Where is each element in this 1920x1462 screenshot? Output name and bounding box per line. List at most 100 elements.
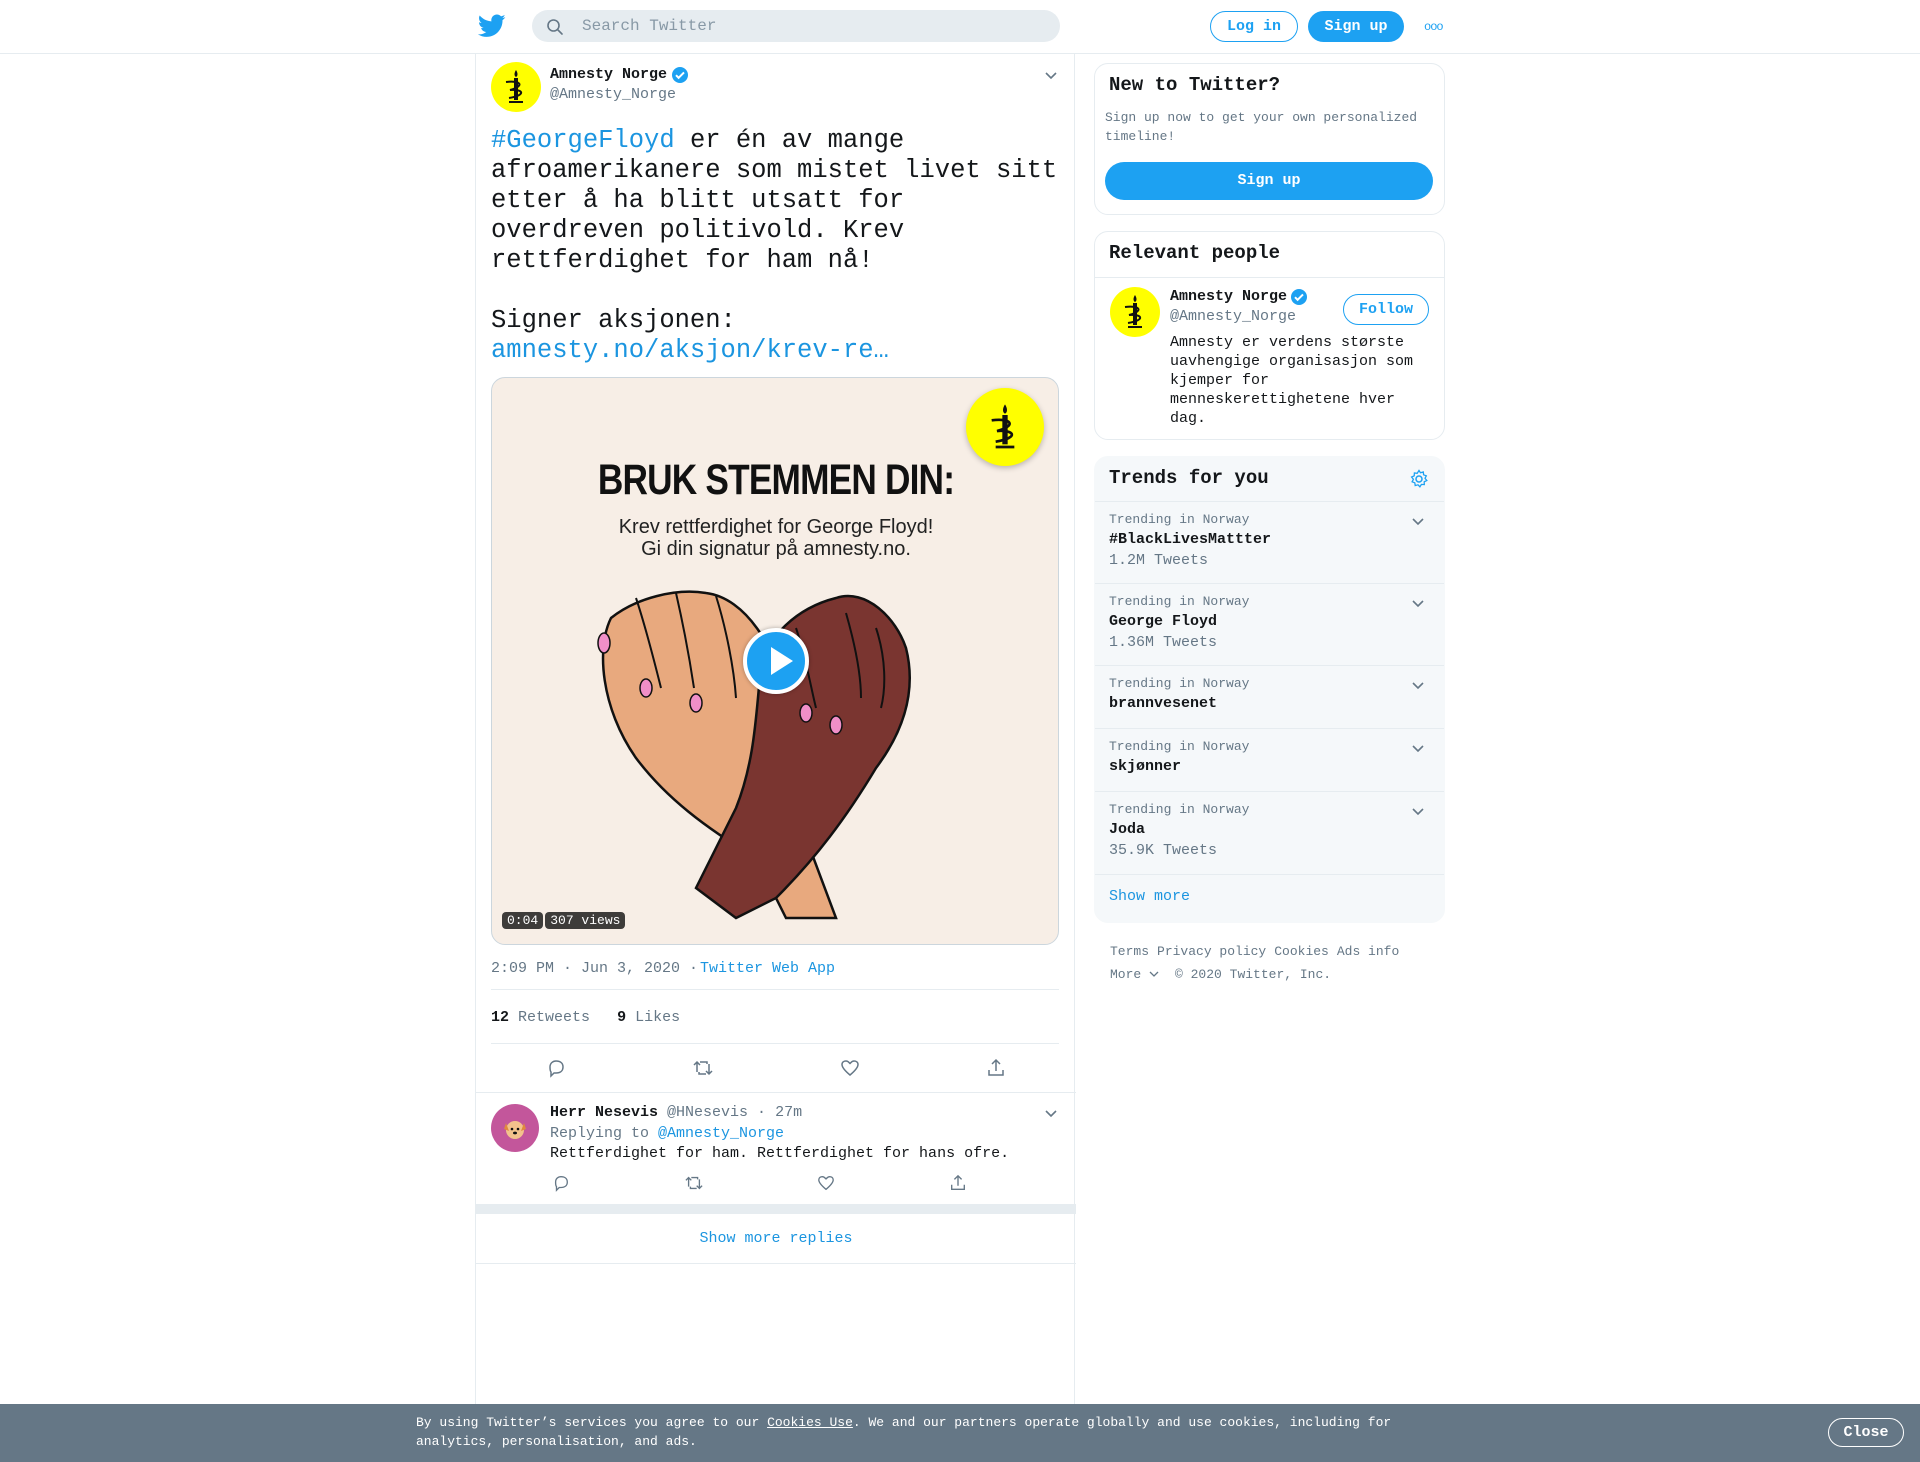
replying-to: Replying to @Amnesty_Norge bbox=[550, 1125, 784, 1142]
media-subtitle-2: Gi din signatur på amnesty.no. bbox=[641, 538, 911, 560]
person-name[interactable]: Amnesty Norge bbox=[1170, 288, 1287, 305]
more-link[interactable]: More bbox=[1110, 967, 1159, 982]
card-title: Relevant people bbox=[1109, 242, 1281, 264]
retweets-label[interactable]: Retweets bbox=[518, 1009, 590, 1026]
reply-handle-time[interactable]: @HNesevis · 27m bbox=[667, 1104, 802, 1121]
trend-name[interactable]: brannvesenet bbox=[1109, 695, 1217, 712]
show-more-replies-button[interactable]: Show more replies bbox=[476, 1214, 1076, 1264]
copyright: © 2020 Twitter, Inc. bbox=[1175, 967, 1332, 982]
avatar[interactable] bbox=[491, 62, 541, 112]
tweet-author-handle[interactable]: @Amnesty_Norge bbox=[550, 86, 676, 103]
trend-name[interactable]: #BlackLivesMattter bbox=[1109, 531, 1271, 548]
tweet-author-name[interactable]: Amnesty Norge bbox=[550, 66, 667, 83]
avatar[interactable] bbox=[1110, 287, 1160, 337]
new-to-twitter-card: New to Twitter? Sign up now to get your … bbox=[1094, 63, 1445, 215]
retweets-count[interactable]: 12 bbox=[491, 1009, 509, 1026]
reply-author[interactable]: Herr Nesevis @HNesevis · 27m bbox=[550, 1104, 802, 1121]
chevron-down-icon bbox=[1149, 971, 1159, 977]
cookies-use-link[interactable]: Cookies Use bbox=[767, 1415, 853, 1430]
share-icon[interactable] bbox=[949, 1174, 967, 1197]
trend-name[interactable]: skjønner bbox=[1109, 758, 1181, 775]
video-meta: 0:04 307 views bbox=[502, 912, 626, 929]
action-link[interactable]: amnesty.no/aksjon/krev-re… bbox=[491, 336, 889, 365]
chevron-down-icon[interactable] bbox=[1411, 514, 1425, 532]
tweet-source-link[interactable]: Twitter Web App bbox=[700, 960, 835, 977]
replying-prefix: Replying to bbox=[550, 1125, 659, 1142]
trend-context: Trending in Norway bbox=[1109, 676, 1250, 691]
follow-button[interactable]: Follow bbox=[1343, 294, 1429, 325]
person-handle[interactable]: @Amnesty_Norge bbox=[1170, 308, 1296, 325]
video-player[interactable]: BRUK STEMMEN DIN: Krev rettferdighet for… bbox=[491, 377, 1059, 945]
chevron-down-icon[interactable] bbox=[1411, 596, 1425, 614]
tweet-timestamp[interactable]: 2:09 PM · Jun 3, 2020 · bbox=[491, 960, 698, 977]
video-views: 307 views bbox=[545, 912, 626, 929]
trend-item[interactable]: Trending in Norway George Floyd 1.36M Tw… bbox=[1095, 583, 1444, 666]
amnesty-candle-icon bbox=[1124, 295, 1142, 328]
trend-item[interactable]: Trending in Norway Joda 35.9K Tweets bbox=[1095, 791, 1444, 874]
trend-context: Trending in Norway bbox=[1109, 512, 1250, 527]
divider bbox=[1095, 277, 1444, 278]
main-column: Amnesty Norge @Amnesty_Norge #GeorgeFloy… bbox=[475, 54, 1076, 1414]
trend-count: 1.36M Tweets bbox=[1109, 634, 1218, 651]
play-button[interactable] bbox=[743, 628, 809, 694]
like-icon[interactable] bbox=[817, 1174, 835, 1197]
more-options-icon[interactable]: ooo bbox=[1424, 20, 1444, 34]
reply-icon[interactable] bbox=[552, 1174, 570, 1197]
retweet-icon[interactable] bbox=[684, 1174, 704, 1197]
show-more-trends-link[interactable]: Show more bbox=[1109, 888, 1190, 905]
reply-author-name[interactable]: Herr Nesevis bbox=[550, 1104, 658, 1121]
divider bbox=[1095, 874, 1444, 875]
divider bbox=[491, 989, 1059, 990]
trend-name[interactable]: George Floyd bbox=[1109, 613, 1217, 630]
avatar[interactable] bbox=[491, 1104, 539, 1152]
chevron-down-icon[interactable] bbox=[1411, 804, 1425, 822]
search-input[interactable]: Search Twitter bbox=[532, 10, 1060, 42]
search-placeholder: Search Twitter bbox=[582, 17, 717, 35]
card-title: Trends for you bbox=[1109, 467, 1269, 489]
share-icon[interactable] bbox=[986, 1058, 1006, 1083]
more-label: More bbox=[1110, 967, 1142, 982]
relevant-people-card: Relevant people Amnesty Norge @Amnesty_N… bbox=[1094, 231, 1445, 440]
like-icon[interactable] bbox=[840, 1058, 860, 1083]
footer-links: Terms Privacy policy Cookies Ads info More … bbox=[1110, 940, 1440, 986]
chevron-down-icon[interactable] bbox=[1044, 1106, 1058, 1124]
trend-name[interactable]: Joda bbox=[1109, 821, 1145, 838]
reply-icon[interactable] bbox=[546, 1058, 566, 1083]
search-icon bbox=[546, 18, 564, 41]
replying-handle-link[interactable]: @Amnesty_Norge bbox=[658, 1125, 784, 1142]
twitter-bird-icon[interactable] bbox=[477, 14, 506, 38]
chevron-down-icon[interactable] bbox=[1411, 741, 1425, 759]
likes-count[interactable]: 9 bbox=[617, 1009, 626, 1026]
retweet-icon[interactable] bbox=[692, 1058, 714, 1083]
tweet-text: #GeorgeFloyd er én av mange afroamerikan… bbox=[491, 126, 1061, 366]
hashtag-link[interactable]: #GeorgeFloyd bbox=[491, 126, 675, 155]
reply-text: Rettferdighet for ham. Rettferdighet for… bbox=[550, 1145, 1010, 1162]
cookies-link[interactable]: Cookies bbox=[1274, 944, 1329, 959]
likes-label[interactable]: Likes bbox=[635, 1009, 680, 1026]
signup-button[interactable]: Sign up bbox=[1105, 162, 1433, 200]
cookie-banner: By using Twitter’s services you agree to… bbox=[0, 1404, 1920, 1462]
privacy-link[interactable]: Privacy policy bbox=[1157, 944, 1266, 959]
trend-item[interactable]: Trending in Norway brannvesenet bbox=[1095, 665, 1444, 728]
cookie-text: By using Twitter’s services you agree to… bbox=[416, 1413, 1416, 1451]
gear-icon[interactable] bbox=[1409, 469, 1429, 494]
chevron-down-icon[interactable] bbox=[1044, 68, 1058, 86]
trend-item[interactable]: Trending in Norway #BlackLivesMattter 1.… bbox=[1095, 501, 1444, 584]
trend-count: 35.9K Tweets bbox=[1109, 842, 1218, 859]
reply-actions bbox=[552, 1174, 967, 1197]
amnesty-logo-icon bbox=[966, 388, 1044, 466]
card-title: New to Twitter? bbox=[1109, 74, 1281, 96]
person-bio: Amnesty er verdens største uavhengige or… bbox=[1170, 334, 1414, 427]
signup-button[interactable]: Sign up bbox=[1308, 11, 1404, 42]
trend-item[interactable]: Trending in Norway skjønner bbox=[1095, 728, 1444, 791]
login-button[interactable]: Log in bbox=[1210, 11, 1298, 42]
media-headline: BRUK STEMMEN DIN: bbox=[597, 456, 955, 504]
trend-context: Trending in Norway bbox=[1109, 739, 1250, 754]
trend-count: 1.2M Tweets bbox=[1109, 552, 1209, 569]
divider bbox=[491, 1043, 1059, 1044]
card-description: Sign up now to get your own personalized… bbox=[1105, 110, 1418, 144]
ads-info-link[interactable]: Ads info bbox=[1337, 944, 1399, 959]
chevron-down-icon[interactable] bbox=[1411, 678, 1425, 696]
close-button[interactable]: Close bbox=[1828, 1418, 1904, 1447]
terms-link[interactable]: Terms bbox=[1110, 944, 1149, 959]
